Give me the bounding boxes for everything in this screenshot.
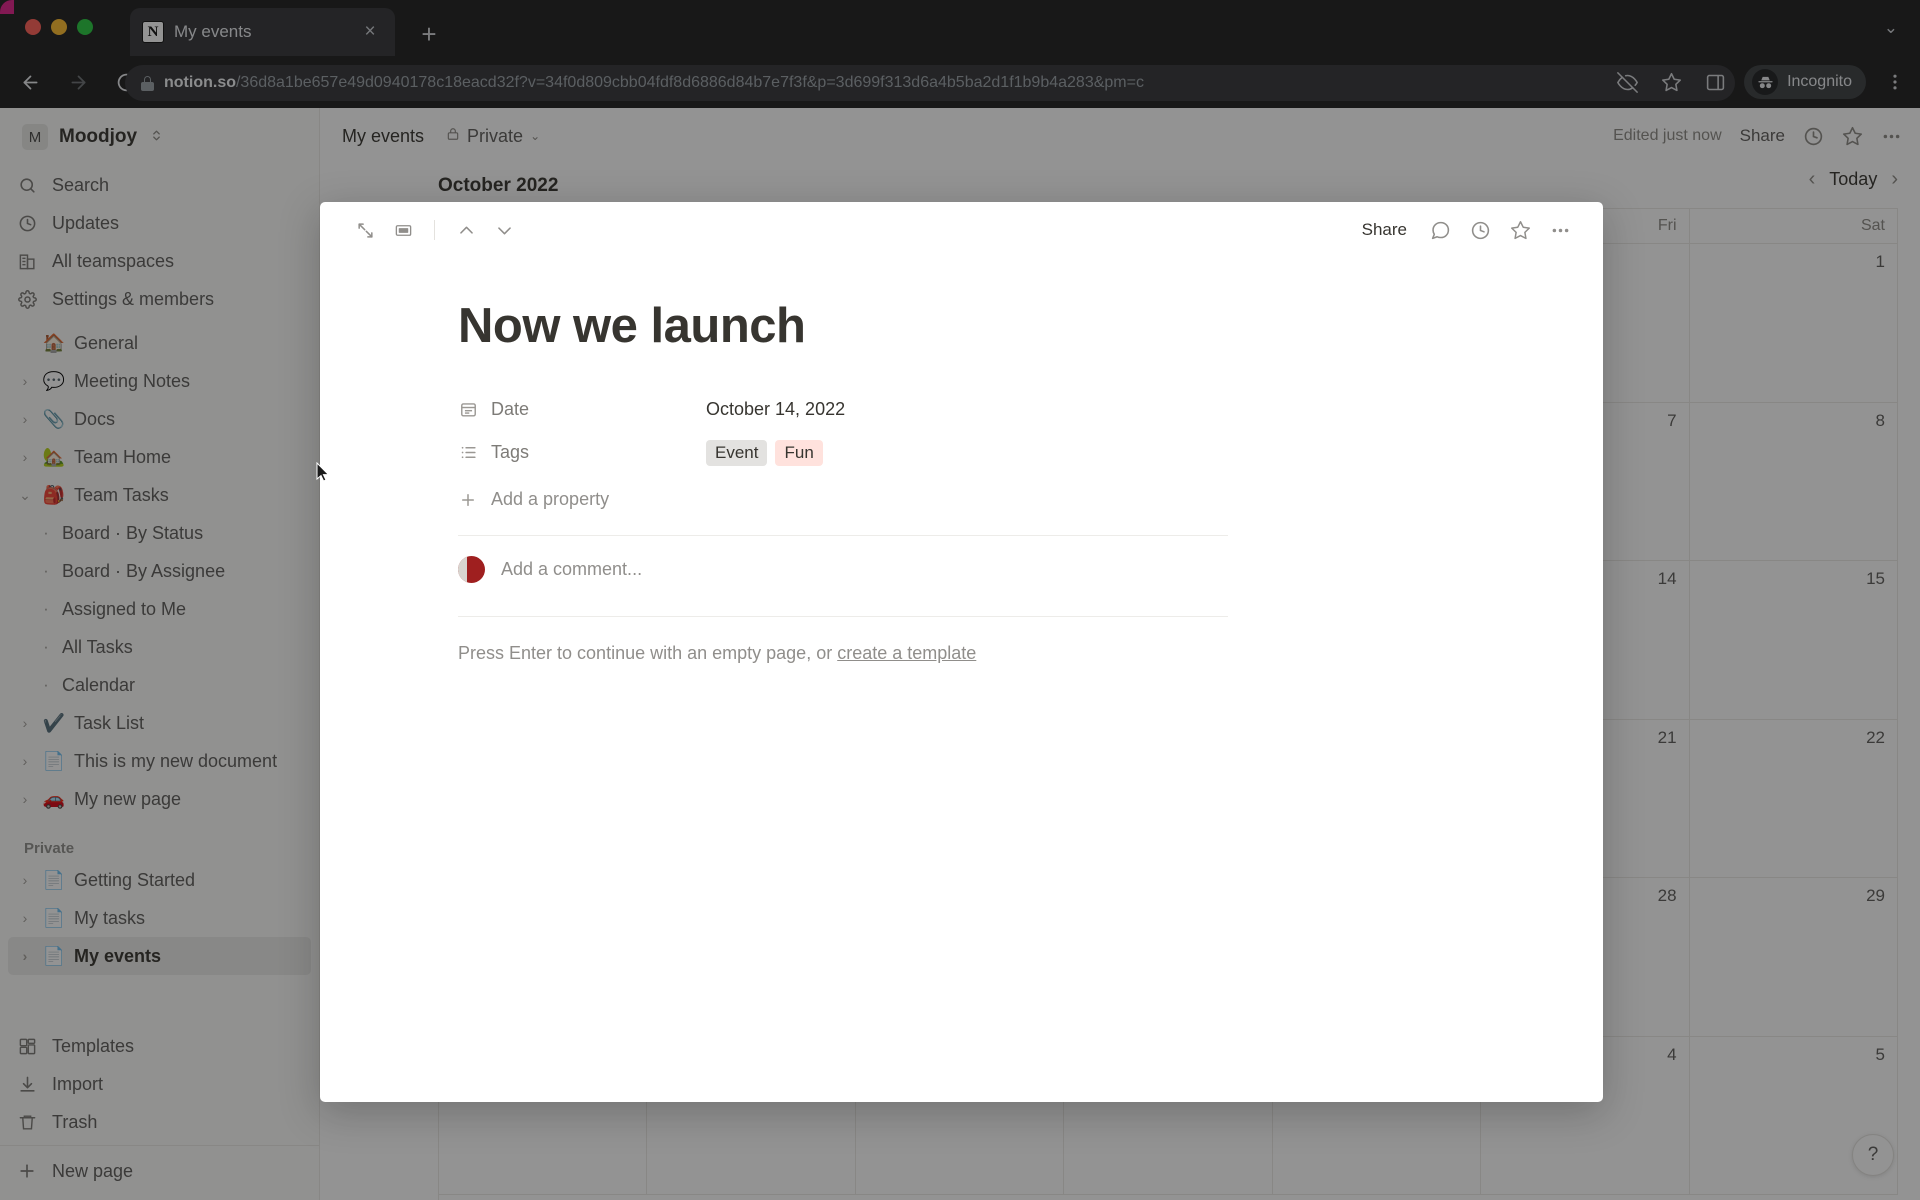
empty-hint-text: Press Enter to continue with an empty pa…: [458, 643, 838, 663]
modal-share-button[interactable]: Share: [1352, 220, 1417, 240]
property-row-date: Date October 14, 2022: [458, 388, 1398, 431]
divider: [458, 616, 1228, 617]
property-row-tags: Tags Event Fun: [458, 431, 1398, 474]
browser-window: N My events × + ⌄ notion.so/36d8a1be657e…: [0, 0, 1920, 1200]
expand-diagonal-icon[interactable]: [348, 213, 382, 247]
tag-chip[interactable]: Fun: [775, 439, 823, 466]
property-value-tags[interactable]: Event Fun: [688, 439, 823, 466]
chevron-down-icon[interactable]: [487, 213, 521, 247]
comment-icon[interactable]: [1423, 213, 1457, 247]
page-title[interactable]: Now we launch: [458, 298, 1398, 354]
calendar-icon: [458, 400, 478, 420]
comment-composer[interactable]: Add a comment...: [458, 536, 1398, 602]
clock-icon[interactable]: [1463, 213, 1497, 247]
chevron-up-icon[interactable]: [449, 213, 483, 247]
modal-toolbar-right: Share: [1352, 202, 1577, 258]
avatar: [458, 555, 485, 583]
toolbar-divider: [434, 220, 435, 240]
side-peek-icon[interactable]: [386, 213, 420, 247]
modal-body: Now we launch Date October 14, 2022 Tags…: [320, 258, 1603, 664]
empty-page-hint: Press Enter to continue with an empty pa…: [458, 643, 1398, 664]
property-key[interactable]: Tags: [458, 442, 688, 463]
plus-icon: [458, 491, 478, 509]
property-key[interactable]: Date: [458, 399, 688, 420]
add-property-label: Add a property: [491, 489, 610, 509]
document: Now we launch Date October 14, 2022 Tags…: [458, 298, 1398, 664]
comment-input-placeholder[interactable]: Add a comment...: [501, 559, 642, 580]
add-property-button[interactable]: Add a property: [458, 478, 1398, 521]
modal-toolbar: Share: [320, 202, 1603, 258]
list-icon: [458, 443, 478, 463]
page-peek-modal: Share Now we launch Date October 14, 202…: [320, 202, 1603, 1102]
property-name: Tags: [491, 442, 530, 462]
create-template-link[interactable]: create a template: [837, 643, 976, 663]
star-icon[interactable]: [1503, 213, 1537, 247]
tag-chip[interactable]: Event: [706, 439, 768, 466]
mouse-cursor: [316, 462, 330, 482]
modal-toolbar-left: [348, 213, 521, 247]
screen: N My events × + ⌄ notion.so/36d8a1be657e…: [0, 0, 1920, 1200]
property-value-date[interactable]: October 14, 2022: [688, 399, 845, 420]
property-name: Date: [491, 399, 530, 419]
three-dots-icon[interactable]: [1543, 213, 1577, 247]
